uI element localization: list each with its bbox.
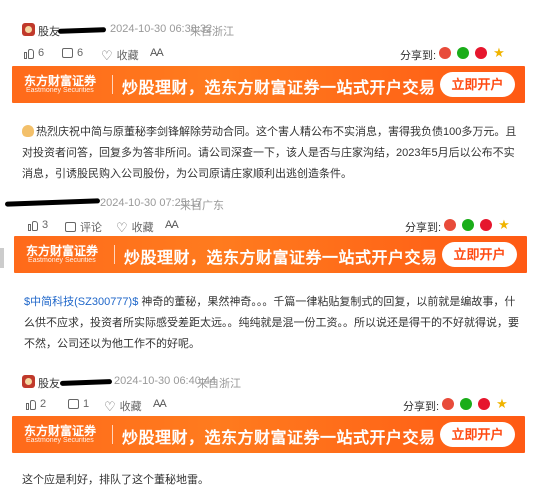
avatar[interactable] [22, 375, 35, 388]
logo-en: Eastmoney Securities [28, 257, 96, 264]
eastmoney-logo: 东方财富证券 Eastmoney Securities [26, 242, 112, 267]
scroll-edge [0, 248, 4, 268]
post-text: 热烈庆祝中简与原董秘李剑锋解除劳动合同。这个害人精公布不实消息，害得我负债100… [22, 126, 517, 180]
weibo-icon[interactable] [480, 219, 492, 231]
font-size-button[interactable]: AA [150, 47, 164, 59]
like-button[interactable]: 3 [28, 219, 48, 231]
like-icon [24, 48, 34, 59]
weibo-icon[interactable] [478, 398, 490, 410]
favorite-label: 收藏 [119, 401, 142, 413]
open-account-button[interactable]: 立即开户 [440, 72, 515, 97]
share-label: 分享到: [405, 222, 442, 234]
like-count: 2 [40, 398, 47, 410]
redaction-scribble [57, 27, 107, 34]
ad-banner[interactable]: 东方财富证券 Eastmoney Securities 炒股理财，选东方财富证券… [14, 236, 527, 273]
ad-banner[interactable]: 东方财富证券 Eastmoney Securities 炒股理财，选东方财富证券… [12, 416, 525, 453]
comment-icon [68, 399, 79, 409]
heart-icon: ♡ [116, 219, 128, 235]
open-account-button[interactable]: 立即开户 [442, 242, 517, 267]
wechat-icon[interactable] [457, 47, 469, 59]
eastmoney-logo: 东方财富证券 Eastmoney Securities [24, 72, 110, 97]
wechat-icon[interactable] [460, 398, 472, 410]
redaction-scribble [59, 379, 113, 386]
font-size-icon: AA [153, 398, 167, 410]
post-text: 这个应是利好，排队了这个董秘地雷。 [22, 474, 209, 486]
comment-button[interactable]: 1 [68, 398, 89, 410]
post-location: 来自浙江 [197, 378, 241, 390]
share-label: 分享到: [403, 401, 440, 413]
post-3-content: 这个应是利好，排队了这个董秘地雷。 [22, 470, 522, 491]
avatar[interactable] [22, 23, 35, 36]
post-1-actions: 6 6 ♡ 收藏 AA 分享到: ★ [0, 43, 540, 65]
redaction-scribble [4, 198, 101, 207]
font-size-button[interactable]: AA [153, 398, 167, 410]
post-3-actions: 2 1 ♡ 收藏 AA 分享到: ★ [0, 394, 540, 416]
comment-count: 6 [77, 47, 84, 59]
username[interactable]: 股友 [38, 23, 60, 39]
post-1-meta: 股友 2024-10-30 06:38:32 来自浙江 [0, 20, 540, 40]
weibo-icon[interactable] [475, 47, 487, 59]
eastmoney-logo: 东方财富证券 Eastmoney Securities [24, 422, 110, 447]
logo-en: Eastmoney Securities [26, 87, 94, 94]
open-account-button[interactable]: 立即开户 [440, 422, 515, 447]
like-count: 3 [42, 219, 49, 231]
comment-icon [65, 222, 76, 232]
font-size-icon: AA [150, 47, 164, 59]
like-button[interactable]: 6 [24, 47, 44, 59]
star-icon[interactable]: ★ [493, 46, 505, 59]
comment-button[interactable]: 评论 [65, 219, 102, 235]
stock-link[interactable]: $中简科技(SZ300777)$ [24, 296, 138, 308]
comment-button[interactable]: 6 [62, 47, 83, 59]
banner-slogan: 炒股理财，选东方财富证券一站式开户交易 [122, 430, 436, 447]
post-location: 来自广东 [180, 200, 224, 212]
font-size-button[interactable]: AA [165, 219, 179, 231]
star-icon[interactable]: ★ [498, 218, 510, 231]
banner-slogan: 炒股理财，选东方财富证券一站式开户交易 [124, 250, 438, 267]
post-3-meta: 股友 2024-10-30 06:40:44 来自浙江 [0, 372, 540, 392]
comment-label: 评论 [80, 222, 102, 234]
share-circle-icon[interactable] [439, 47, 451, 59]
banner-divider [112, 75, 113, 94]
post-location: 来自浙江 [190, 26, 234, 38]
banner-divider [114, 245, 115, 264]
banner-divider [112, 425, 113, 444]
like-count: 6 [38, 47, 45, 59]
banner-slogan: 炒股理财，选东方财富证券一站式开户交易 [122, 80, 436, 97]
wechat-icon[interactable] [462, 219, 474, 231]
share-label: 分享到: [400, 50, 437, 62]
heart-icon: ♡ [104, 398, 116, 414]
post-2-actions: 3 评论 ♡ 收藏 AA 分享到: ★ [0, 215, 540, 237]
favorite-button[interactable]: ♡ 收藏 [116, 219, 154, 235]
like-button[interactable]: 2 [26, 398, 46, 410]
share-circle-icon[interactable] [442, 398, 454, 410]
comment-count: 1 [83, 398, 90, 410]
peace-sign-icon [22, 125, 34, 137]
logo-en: Eastmoney Securities [26, 437, 94, 444]
username[interactable]: 股友 [38, 375, 60, 391]
ad-banner[interactable]: 东方财富证券 Eastmoney Securities 炒股理财，选东方财富证券… [12, 66, 525, 103]
like-icon [26, 399, 36, 410]
favorite-button[interactable]: ♡ 收藏 [101, 47, 139, 63]
share-circle-icon[interactable] [444, 219, 456, 231]
heart-icon: ♡ [101, 47, 113, 63]
post-2-content: $中简科技(SZ300777)$ 神奇的董秘，果然神奇。。。千篇一律粘贴复制式的… [24, 292, 524, 355]
favorite-label: 收藏 [116, 50, 139, 62]
post-2-meta: 2024-10-30 07:25:17 来自广东 [0, 194, 540, 214]
like-icon [28, 220, 38, 231]
star-icon[interactable]: ★ [496, 397, 508, 410]
comment-icon [62, 48, 73, 58]
post-1-content: 热烈庆祝中简与原董秘李剑锋解除劳动合同。这个害人精公布不实消息，害得我负债100… [22, 122, 522, 185]
font-size-icon: AA [165, 219, 179, 231]
favorite-button[interactable]: ♡ 收藏 [104, 398, 142, 414]
favorite-label: 收藏 [131, 222, 154, 234]
